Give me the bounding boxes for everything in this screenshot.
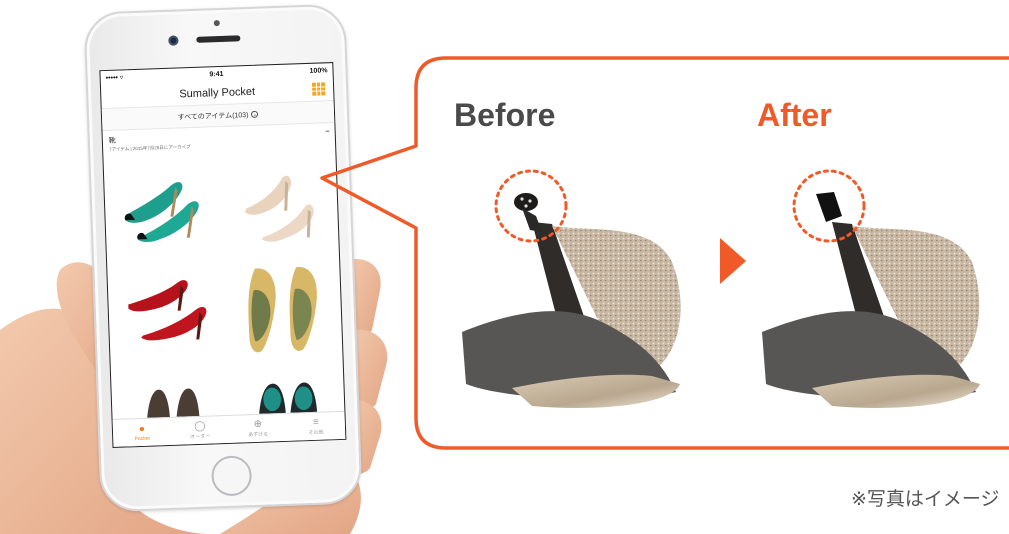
teal-heels-image bbox=[124, 182, 199, 243]
embellished-mules-image bbox=[248, 267, 317, 353]
more-options-icon[interactable]: ••• bbox=[325, 129, 329, 135]
tab-pocket-label: Pocket bbox=[134, 435, 150, 442]
app-title: Sumally Pocket bbox=[179, 85, 256, 100]
before-label: Before bbox=[454, 97, 556, 133]
tab-order-label: オーダー bbox=[190, 433, 211, 441]
filter-label: すべてのアイテム(103) bbox=[177, 111, 249, 121]
item-thumbnail-red-heels[interactable] bbox=[111, 261, 225, 369]
grid-view-icon[interactable] bbox=[311, 82, 326, 96]
tab-other[interactable]: ≡ その他 bbox=[286, 412, 345, 441]
status-time: 9:41 bbox=[209, 70, 224, 78]
check-circle-icon: ◯ bbox=[194, 420, 206, 433]
before-heel-image bbox=[462, 169, 681, 408]
after-label: After bbox=[757, 97, 832, 133]
app-screen: ••••• ▿ 9:41 100% Sumally Pocket すべてのアイテ… bbox=[99, 62, 347, 448]
tab-pocket[interactable]: ● Pocket bbox=[113, 418, 172, 447]
image-disclaimer-note: ※写真はイメージ bbox=[851, 489, 1000, 510]
carrier-signal: ••••• ▿ bbox=[105, 74, 124, 82]
red-heels-image bbox=[128, 280, 207, 341]
smartphone: ••••• ▿ 9:41 100% Sumally Pocket すべてのアイテ… bbox=[83, 3, 363, 513]
tab-order[interactable]: ◯ オーダー bbox=[171, 416, 230, 445]
camera-icon bbox=[168, 35, 179, 46]
item-thumbnail-embellished-mules[interactable] bbox=[225, 257, 339, 365]
after-heel-image bbox=[762, 169, 980, 408]
phone-speaker bbox=[196, 35, 241, 43]
battery-level: 100% bbox=[309, 66, 328, 75]
arrow-right-icon bbox=[720, 238, 746, 284]
home-button[interactable] bbox=[210, 455, 253, 497]
item-thumbnail-beige-heels[interactable] bbox=[221, 151, 335, 259]
item-thumbnail-teal-heels[interactable] bbox=[107, 155, 221, 263]
tab-deposit[interactable]: ⊕ あずける bbox=[229, 414, 288, 443]
tab-deposit-label: あずける bbox=[248, 431, 269, 439]
item-grid bbox=[103, 147, 345, 441]
chevron-down-icon: ⌄ bbox=[251, 110, 259, 118]
menu-icon: ≡ bbox=[312, 416, 319, 428]
plus-circle-icon: ⊕ bbox=[253, 418, 263, 431]
phone-sensor bbox=[213, 19, 220, 27]
pocket-icon: ● bbox=[138, 423, 146, 435]
tab-other-label: その他 bbox=[308, 429, 324, 437]
beige-heels-image bbox=[245, 175, 314, 242]
